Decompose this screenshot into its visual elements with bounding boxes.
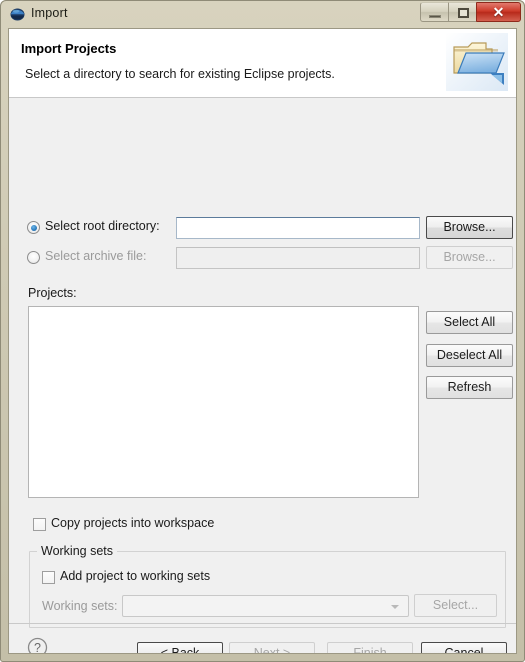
footer-separator [9,623,516,624]
next-button[interactable]: Next > [229,642,315,653]
projects-list[interactable] [28,306,419,498]
select-all-button[interactable]: Select All [426,311,513,334]
eclipse-icon [10,7,25,22]
close-button[interactable]: ✕ [476,2,521,22]
minimize-icon [429,15,441,18]
minimize-button[interactable] [420,2,449,22]
working-sets-group-label: Working sets [37,544,118,558]
label-copy-projects: Copy projects into workspace [51,516,215,530]
radio-select-archive-file[interactable] [27,251,40,264]
maximize-button[interactable] [448,2,477,22]
refresh-button[interactable]: Refresh [426,376,513,399]
cancel-button[interactable]: Cancel [421,642,507,653]
radio-select-root-directory[interactable] [27,221,40,234]
root-directory-input[interactable] [176,217,420,239]
svg-text:?: ? [34,641,41,654]
finish-button[interactable]: Finish [327,642,413,653]
help-icon[interactable]: ? [27,637,48,654]
dialog-body: Select root directory: Browse... Select … [9,98,516,653]
label-projects: Projects: [28,286,77,300]
wizard-header: Import Projects Select a directory to se… [9,29,516,98]
label-select-root-directory: Select root directory: [45,219,160,233]
select-working-sets-button[interactable]: Select... [414,594,497,617]
label-select-archive-file: Select archive file: [45,249,147,263]
browse-archive-file-button[interactable]: Browse... [426,246,513,269]
window-title: Import [31,6,68,20]
copy-projects-checkbox[interactable] [33,518,46,531]
page-description: Select a directory to search for existin… [25,67,335,81]
back-button[interactable]: < Back [137,642,223,653]
working-sets-combo[interactable] [122,595,409,617]
archive-file-input[interactable] [176,247,420,269]
dialog-client-area: Import Projects Select a directory to se… [8,28,517,654]
restore-icon [458,8,469,18]
deselect-all-button[interactable]: Deselect All [426,344,513,367]
import-dialog-window: Import ✕ Import Projects Select a direct… [0,0,525,662]
radio-dot-icon [30,224,37,231]
browse-root-directory-button[interactable]: Browse... [426,216,513,239]
chevron-down-icon [391,605,399,609]
label-add-project-to-working-sets: Add project to working sets [60,569,211,583]
title-bar[interactable]: Import ✕ [0,0,525,28]
add-project-to-working-sets-checkbox[interactable] [42,571,55,584]
import-folder-icon [446,33,508,91]
window-controls: ✕ [420,2,521,22]
close-icon: ✕ [492,4,505,20]
page-title: Import Projects [21,41,117,56]
label-working-sets: Working sets: [42,599,118,613]
